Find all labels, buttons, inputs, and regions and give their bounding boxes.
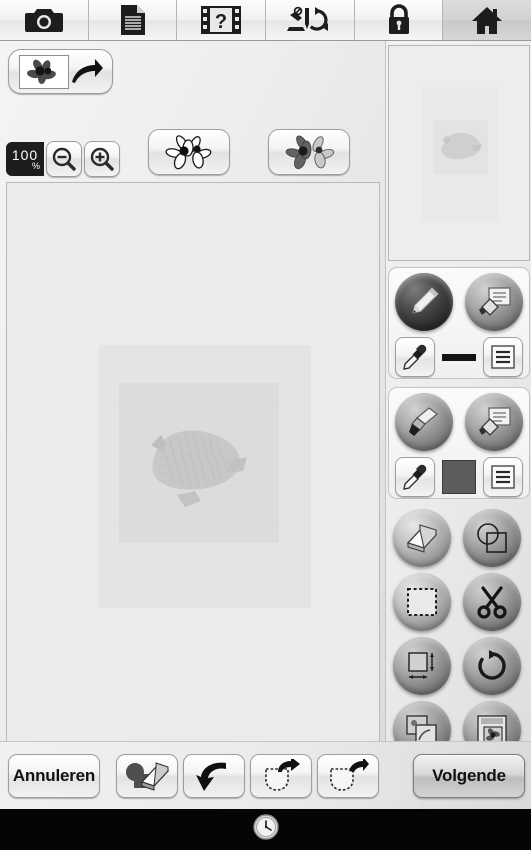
magnifier-minus-icon	[52, 147, 76, 171]
clock-icon[interactable]	[252, 814, 279, 845]
flower-filled-icon	[285, 135, 335, 170]
tab-lock[interactable]	[354, 0, 444, 40]
eyedropper-icon	[403, 344, 427, 370]
tab-needle[interactable]	[266, 0, 355, 40]
fill-region-icon	[479, 407, 511, 436]
cancel-button-label: Annuleren	[12, 766, 96, 785]
fill-properties-button[interactable]	[483, 457, 523, 497]
fill-eyedropper-button[interactable]	[395, 457, 435, 497]
app-root: ? 100 % Annuleren Volgende	[0, 0, 531, 850]
work-area: 100 %	[0, 41, 385, 781]
save-to-pocket-button[interactable]	[250, 754, 312, 798]
fill-tools-group	[388, 387, 530, 499]
tool-select-button[interactable]	[393, 573, 451, 631]
line-region-button[interactable]	[465, 273, 523, 331]
pocket-out-icon	[265, 759, 300, 791]
line-eyedropper-button[interactable]	[395, 337, 435, 377]
fill-region-button[interactable]	[465, 393, 523, 451]
svg-text:?: ?	[215, 11, 227, 33]
tab-camera[interactable]	[0, 0, 89, 40]
zoom-level-display: 100 %	[6, 142, 44, 176]
top-tab-bar: ?	[0, 0, 531, 41]
tool-orb-grid	[386, 509, 531, 759]
tab-home[interactable]	[443, 0, 531, 40]
zoom-out-button[interactable]	[46, 141, 82, 177]
design-canvas[interactable]	[6, 182, 380, 749]
recall-from-pocket-button[interactable]	[317, 754, 379, 798]
tool-resize-button[interactable]	[393, 637, 451, 695]
undo-arrow-icon	[196, 762, 226, 791]
next-button[interactable]: Volgende	[413, 754, 525, 798]
shapes-icon	[477, 523, 507, 553]
tool-eraser-button[interactable]	[393, 509, 451, 567]
tool-cut-button[interactable]	[463, 573, 521, 631]
convert-thumbnail	[18, 54, 69, 89]
flower-outline-icon	[165, 135, 212, 170]
magnifier-plus-icon	[90, 147, 114, 171]
film-question-icon: ?	[200, 5, 242, 35]
line-properties-button[interactable]	[483, 337, 523, 377]
cancel-button[interactable]: Annuleren	[8, 754, 100, 798]
zoom-level-value: 100	[11, 146, 39, 163]
eraser-icon	[406, 524, 438, 553]
undo-button[interactable]	[183, 754, 245, 798]
paint-brush-icon	[409, 407, 438, 436]
line-draw-button[interactable]	[395, 273, 453, 331]
line-region-icon	[479, 287, 511, 316]
design-preview-panel[interactable]	[388, 45, 530, 261]
home-icon	[471, 5, 503, 35]
needle-foot-icon	[286, 5, 334, 35]
pencil-icon	[412, 287, 439, 314]
preview-sheet	[422, 87, 498, 221]
fill-color-swatch[interactable]	[442, 460, 476, 494]
zoom-in-button[interactable]	[84, 141, 120, 177]
camera-icon	[24, 5, 63, 35]
line-tools-group	[388, 267, 530, 379]
document-icon	[120, 4, 146, 36]
tool-panel	[385, 41, 531, 759]
tool-shapes-button[interactable]	[463, 509, 521, 567]
status-bar	[0, 809, 531, 850]
resize-icon	[408, 652, 434, 679]
style-button-filled[interactable]	[268, 129, 350, 175]
zoom-unit: %	[31, 160, 40, 171]
marquee-icon	[407, 588, 437, 616]
style-button-outline[interactable]	[148, 129, 230, 175]
lock-icon	[386, 4, 412, 36]
tab-help[interactable]: ?	[177, 0, 267, 40]
eyedropper-icon	[403, 464, 427, 490]
fill-brush-button[interactable]	[395, 393, 453, 451]
shapes-eraser-icon	[126, 762, 170, 791]
tool-rotate-button[interactable]	[463, 637, 521, 695]
arrow-right-curved-icon	[71, 58, 103, 83]
line-color-swatch[interactable]	[442, 353, 476, 361]
scissors-icon	[477, 586, 507, 619]
rotate-icon	[478, 650, 506, 680]
next-button-label: Volgende	[432, 766, 506, 785]
erase-all-button[interactable]	[116, 754, 178, 798]
list-lines-icon	[491, 345, 515, 369]
zoom-controls: 100 %	[6, 141, 120, 177]
tab-document[interactable]	[88, 0, 178, 40]
image-to-stitch-icon	[26, 59, 56, 84]
bottom-action-bar: Annuleren Volgende	[0, 741, 531, 809]
convert-image-button[interactable]	[8, 49, 113, 94]
preview-artwork	[434, 120, 488, 174]
canvas-artwork	[119, 383, 279, 543]
list-lines-icon	[491, 465, 515, 489]
pocket-in-icon	[330, 759, 369, 791]
